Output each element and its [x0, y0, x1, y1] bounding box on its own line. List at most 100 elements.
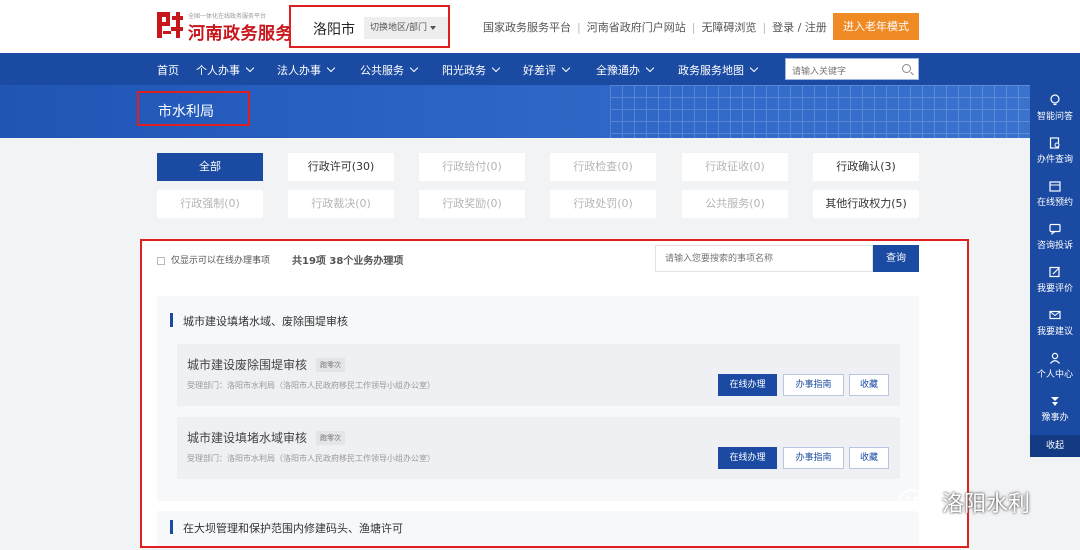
filter-license[interactable]: 行政许可(30)	[288, 153, 394, 181]
item-title[interactable]: 城市建设填堵水域审核	[187, 429, 307, 446]
nav-label: 首页	[157, 64, 179, 77]
chevron-down-icon	[491, 63, 501, 73]
results-count: 共19项 38个业务办理项	[292, 256, 404, 267]
elder-mode-button[interactable]: 进入老年模式	[833, 13, 919, 40]
list-item: 城市建设填堵水域审核 跑零次 受理部门：洛阳市水利局（洛阳市人民政府移民工作领导…	[177, 417, 900, 479]
group-title[interactable]: 在大坝管理和保护范围内修建码头、渔塘许可	[183, 520, 403, 536]
sidebar-item-suggest[interactable]: 我要建议	[1030, 302, 1080, 345]
top-header: 全国一体化在线政务服务平台 河南政务服务网 洛阳市 切换地区/部门 国家政务服务…	[0, 0, 1080, 53]
sidebar-item-label: 咨询投诉	[1036, 241, 1073, 251]
nav-search-box	[785, 58, 919, 82]
switch-region-button[interactable]: 切换地区/部门	[364, 17, 448, 39]
sidebar-item-personal-center[interactable]: 个人中心	[1030, 345, 1080, 388]
link-accessibility[interactable]: 无障碍浏览	[701, 21, 756, 34]
nav-label: 个人办事	[196, 64, 240, 77]
nav-search-input[interactable]	[786, 62, 896, 82]
sidebar-item-label: 办件查询	[1036, 155, 1073, 165]
sidebar-item-yushiban[interactable]: 豫事办	[1030, 388, 1080, 431]
sidebar-collapse-button[interactable]: 收起	[1030, 435, 1080, 457]
filter-confirmation[interactable]: 行政确认(3)	[813, 153, 919, 181]
favorite-button[interactable]: 收藏	[849, 447, 889, 469]
filter-payment[interactable]: 行政给付(0)	[419, 153, 525, 181]
search-icon[interactable]	[902, 64, 911, 73]
calendar-icon	[1049, 181, 1061, 192]
nav-personal[interactable]: 个人办事	[196, 62, 255, 78]
item-badge: 跑零次	[316, 358, 345, 372]
edit-icon	[1049, 266, 1060, 278]
query-button[interactable]: 查询	[873, 245, 919, 272]
filter-ruling[interactable]: 行政裁决(0)	[288, 190, 394, 218]
nav-label: 全豫通办	[596, 64, 640, 77]
chevron-down-icon	[326, 63, 336, 73]
chevron-down-icon	[749, 63, 759, 73]
nav-label: 法人办事	[277, 64, 321, 77]
nav-open-government[interactable]: 阳光政务	[442, 62, 501, 78]
current-city: 洛阳市	[313, 22, 355, 38]
city-selector: 洛阳市 切换地区/部门	[289, 5, 450, 48]
mail-icon	[1049, 310, 1061, 320]
online-only-label: 仅显示可以在线办理事项	[171, 256, 271, 266]
filter-enforcement[interactable]: 行政强制(0)	[157, 190, 263, 218]
site-logo[interactable]: 全国一体化在线政务服务平台 河南政务服务网	[157, 9, 310, 44]
online-apply-button[interactable]: 在线办理	[718, 374, 777, 396]
item-search-input[interactable]	[656, 246, 866, 272]
online-only-filter[interactable]: 仅显示可以在线办理事项	[157, 253, 270, 266]
department-title-box: 市水利局	[137, 91, 250, 126]
item-department: 受理部门：洛阳市水利局（洛阳市人民政府移民工作领导小组办公室）	[187, 454, 435, 463]
favorite-button[interactable]: 收藏	[849, 374, 889, 396]
filter-penalty[interactable]: 行政处罚(0)	[550, 190, 656, 218]
sidebar-item-smart-qa[interactable]: 智能问答	[1030, 87, 1080, 130]
nav-public-service[interactable]: 公共服务	[360, 62, 419, 78]
group-marker	[170, 313, 173, 327]
nav-province-wide[interactable]: 全豫通办	[596, 62, 655, 78]
sidebar-item-label: 我要建议	[1036, 327, 1073, 337]
banner-pattern	[610, 85, 1030, 138]
filter-other-powers[interactable]: 其他行政权力(5)	[813, 190, 919, 218]
link-province-portal[interactable]: 河南省政府门户网站	[587, 21, 686, 34]
nav-service-map[interactable]: 政务服务地图	[678, 62, 759, 78]
right-sidebar: 智能问答 办件查询 在线预约 咨询投诉 我要评价 我要建议 个人中心 豫事办 收…	[1030, 85, 1080, 457]
sidebar-item-appointment[interactable]: 在线预约	[1030, 173, 1080, 216]
app-icon	[1051, 397, 1059, 406]
group-marker	[170, 520, 173, 534]
nav-corporate[interactable]: 法人办事	[277, 62, 336, 78]
filter-levy[interactable]: 行政征收(0)	[682, 153, 788, 181]
chevron-down-icon	[645, 63, 655, 73]
item-search-box	[655, 245, 873, 272]
group-title[interactable]: 城市建设填堵水域、废除围堤审核	[183, 313, 348, 329]
filter-public-service[interactable]: 公共服务(0)	[682, 190, 788, 218]
bulb-icon	[1050, 94, 1060, 106]
document-search-icon	[1049, 137, 1060, 149]
sidebar-item-label: 我要评价	[1036, 284, 1073, 294]
wechat-icon	[899, 489, 934, 514]
sidebar-item-case-query[interactable]: 办件查询	[1030, 130, 1080, 173]
link-national-platform[interactable]: 国家政务服务平台	[483, 21, 571, 34]
switch-region-label: 切换地区/部门	[370, 23, 428, 33]
item-title[interactable]: 城市建设废除围堤审核	[187, 356, 307, 373]
filter-all[interactable]: 全部	[157, 153, 263, 181]
logo-mark-icon	[157, 12, 183, 38]
sidebar-item-label: 个人中心	[1036, 370, 1073, 380]
online-only-checkbox[interactable]	[157, 256, 165, 265]
chevron-down-icon	[409, 63, 419, 73]
online-apply-button[interactable]: 在线办理	[718, 447, 777, 469]
filter-inspection[interactable]: 行政检查(0)	[550, 153, 656, 181]
sidebar-item-label: 豫事办	[1041, 413, 1069, 423]
sidebar-item-label: 智能问答	[1036, 112, 1073, 122]
department-title: 市水利局	[158, 104, 214, 120]
nav-label: 好差评	[523, 64, 556, 77]
chevron-down-icon	[245, 63, 255, 73]
nav-home[interactable]: 首页	[157, 62, 179, 78]
chat-icon	[1049, 223, 1061, 235]
guide-button[interactable]: 办事指南	[783, 447, 844, 469]
filter-reward[interactable]: 行政奖励(0)	[419, 190, 525, 218]
main-nav: 首页 个人办事 法人办事 公共服务 阳光政务 好差评 全豫通办 政务服务地图	[0, 53, 1080, 85]
sidebar-item-evaluate[interactable]: 我要评价	[1030, 259, 1080, 302]
nav-label: 阳光政务	[442, 64, 486, 77]
link-login-register[interactable]: 登录 / 注册	[772, 21, 827, 34]
nav-rating[interactable]: 好差评	[523, 62, 571, 78]
chevron-down-icon	[561, 63, 571, 73]
sidebar-item-consult[interactable]: 咨询投诉	[1030, 216, 1080, 259]
nav-label: 公共服务	[360, 64, 404, 77]
guide-button[interactable]: 办事指南	[783, 374, 844, 396]
